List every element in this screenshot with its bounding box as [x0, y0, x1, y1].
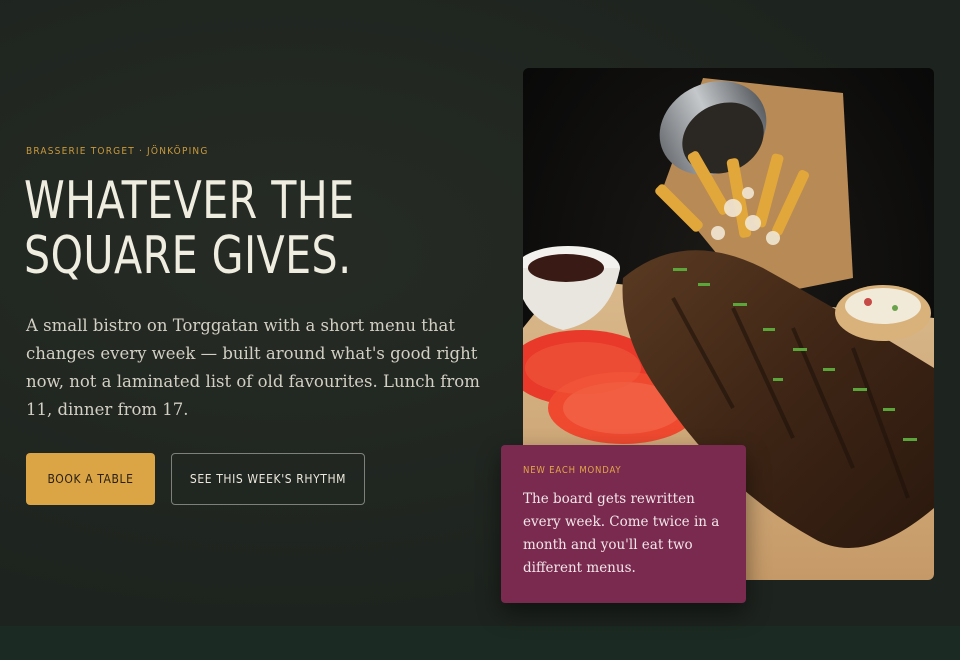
- next-section-strip: [0, 626, 960, 660]
- note-eyebrow: NEW EACH MONDAY: [523, 465, 622, 476]
- book-table-button[interactable]: BOOK A TABLE: [26, 453, 155, 505]
- intro-paragraph: A small bistro on Torggatan with a short…: [26, 316, 480, 419]
- location-eyebrow: BRASSERIE TORGET · JÖNKÖPING: [26, 146, 209, 157]
- weekly-menu-note-card: NEW EACH MONDAY The board gets rewritten…: [501, 445, 746, 603]
- note-body: The board gets rewritten every week. Com…: [523, 491, 720, 576]
- page-headline: WHATEVER THE SQUARE GIVES.: [24, 171, 355, 286]
- weekly-rhythm-button[interactable]: SEE THIS WEEK'S RHYTHM: [171, 453, 365, 505]
